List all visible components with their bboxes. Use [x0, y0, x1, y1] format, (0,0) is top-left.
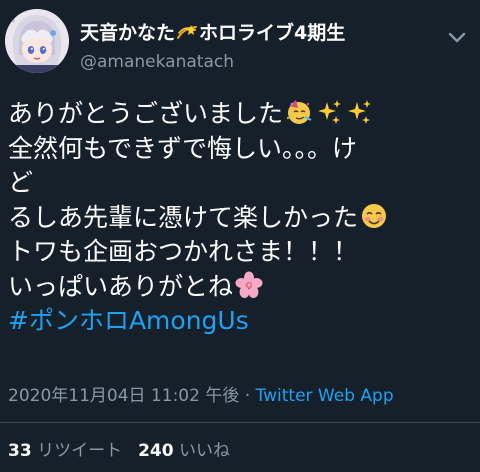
- sparkles-icon: [315, 98, 343, 126]
- dizzy-star-icon: [176, 24, 198, 42]
- display-name-part2: ホロライブ4期生: [199, 22, 346, 44]
- anime-girl-avatar-icon: [5, 9, 69, 73]
- sparkles-icon: [345, 98, 373, 126]
- tweet-line-1: ありがとうございました: [8, 97, 476, 132]
- tweet-line-1-text: ありがとうございました: [8, 99, 284, 128]
- tweet-line-6-text: いっぱいありがとね: [8, 271, 234, 301]
- tweet-line-4-text: るしあ先輩に憑けて楽しかった: [8, 202, 359, 232]
- avatar[interactable]: [5, 9, 69, 73]
- tweet-line-5: トワも企画おつかれさま！！！: [8, 237, 359, 266]
- tweet-line-4: るしあ先輩に憑けて楽しかった: [8, 201, 476, 236]
- tweet-meta: 2020年11月04日 11:02 午後 · Twitter Web App: [8, 381, 394, 406]
- likes-label: いいね: [178, 441, 230, 461]
- retweets-count: 33: [8, 441, 32, 461]
- tweet-text: ありがとうございました 全然何もできずで悔しい。。。け ど るしあ先輩に憑けて楽…: [8, 97, 476, 339]
- source-link[interactable]: Twitter Web App: [256, 386, 394, 406]
- chevron-down-icon[interactable]: [446, 26, 468, 48]
- tweet-stats: 33 リツイート 240 いいね: [8, 436, 230, 461]
- tweet-card: 天音かなた ホロライブ4期生 @amanekanatach ありがとうございまし…: [0, 0, 480, 472]
- timestamp[interactable]: 2020年11月04日 11:02 午後: [8, 386, 239, 406]
- user-handle[interactable]: @amanekanatach: [80, 52, 234, 72]
- retweets-label: リツイート: [37, 441, 123, 461]
- likes-count: 240: [138, 441, 174, 461]
- cherry-blossom-icon: [235, 271, 263, 299]
- meta-separator: ·: [239, 386, 256, 406]
- partying-face-icon: [285, 98, 313, 126]
- display-name-part1: 天音かなた: [80, 22, 176, 44]
- smiling-face-icon: [360, 202, 388, 230]
- tweet-line-2: 全然何もできずで悔しい。。。け: [8, 133, 358, 163]
- retweets-stat[interactable]: 33 リツイート: [8, 441, 122, 461]
- tweet-header: 天音かなた ホロライブ4期生 @amanekanatach: [0, 0, 480, 90]
- display-name[interactable]: 天音かなた ホロライブ4期生: [80, 18, 345, 45]
- likes-stat[interactable]: 240 いいね: [138, 441, 230, 461]
- tweet-line-3: ど: [8, 168, 34, 197]
- hashtag-link[interactable]: #ポンホロAmongUs: [8, 304, 476, 339]
- tweet-line-6: いっぱいありがとね: [8, 270, 476, 305]
- divider: [0, 422, 480, 423]
